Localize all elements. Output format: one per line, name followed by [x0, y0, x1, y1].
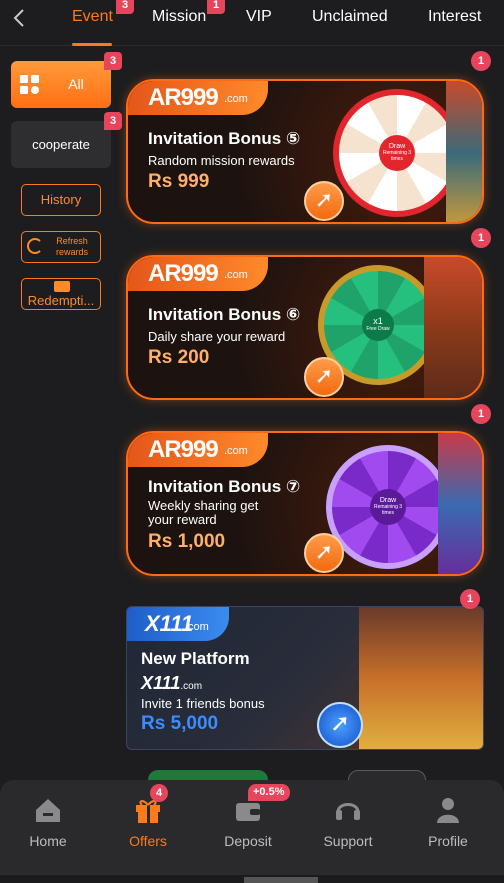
character-illustration: [359, 607, 483, 749]
scroll-indicator: [244, 877, 318, 883]
banner-amount: Rs 5,000: [141, 713, 219, 734]
home-icon: [36, 799, 60, 822]
nav-support[interactable]: Support: [298, 780, 398, 875]
banner-subtitle: Random mission rewards: [148, 153, 295, 168]
tab-unclaimed-label: Unclaimed: [312, 8, 388, 25]
banner-4-badge: 1: [460, 589, 480, 609]
brand-suffix: .com: [224, 445, 248, 457]
sidebar-item-all-label: All: [68, 76, 84, 92]
brand-name: AR999: [148, 260, 219, 287]
tab-mission-badge: 1: [207, 0, 225, 14]
promo-banner-invitation-7[interactable]: AR999 .com Invitation Bonus ⑦ Weekly sha…: [126, 431, 484, 576]
banner-2-badge: 1: [471, 228, 491, 248]
tab-event-label: Event: [72, 8, 113, 25]
tab-mission-label: Mission: [152, 8, 207, 25]
prize-wheel: Draw Remaining 3 times: [333, 89, 461, 217]
top-tab-bar: Event 3 Mission 1 VIP Unclaimed Interest: [0, 0, 504, 46]
nav-offers-badge: 4: [150, 784, 168, 802]
banner-title: Invitation Bonus ⑦: [148, 477, 301, 496]
go-arrow-button[interactable]: ➚: [304, 357, 344, 397]
sidebar-all-badge: 3: [104, 52, 122, 70]
refresh-icon: [27, 238, 43, 254]
banner-subtitle: Invite 1 friends bonus: [141, 696, 265, 711]
banner-amount: Rs 200: [148, 347, 210, 368]
history-button[interactable]: History: [21, 184, 101, 216]
prize-wheel: Draw Remaining 3 times: [326, 445, 450, 569]
banner-amount: Rs 1,000: [148, 531, 226, 552]
brand-suffix: .com: [224, 93, 248, 105]
go-arrow-button[interactable]: ➚: [304, 533, 344, 573]
person-icon: [437, 798, 459, 823]
nav-deposit-badge: +0.5%: [248, 784, 290, 801]
tab-interest-label: Interest: [428, 8, 482, 25]
go-arrow-button[interactable]: ➚: [317, 702, 363, 748]
promo-banner-invitation-5[interactable]: AR999 .com Invitation Bonus ⑤ Random mis…: [126, 79, 484, 224]
banner-title: New Platform: [141, 649, 250, 668]
nav-support-label: Support: [323, 833, 373, 849]
redemption-label: Redempti...: [27, 293, 95, 308]
promo-banner-invitation-6[interactable]: AR999 .com Invitation Bonus ⑥ Daily shar…: [126, 255, 484, 400]
go-arrow-button[interactable]: ➚: [304, 181, 344, 221]
ar999-logo: AR999 .com: [128, 433, 268, 467]
brand-suffix: .com: [224, 269, 248, 281]
tab-mission[interactable]: Mission: [152, 8, 206, 26]
wheel-hub: x1 Free Draw: [362, 309, 394, 341]
bottom-nav: Home Offers 4 Deposit +0.5% Support Prof…: [0, 780, 504, 875]
brand-name: AR999: [148, 436, 219, 463]
character-illustration: [438, 433, 482, 574]
tab-vip[interactable]: VIP: [246, 8, 272, 26]
character-illustration: [424, 257, 482, 398]
active-tab-indicator: [72, 43, 112, 46]
banner-title: Invitation Bonus ⑤: [148, 129, 301, 148]
history-button-label: History: [40, 192, 82, 207]
nav-profile[interactable]: Profile: [398, 780, 498, 875]
nav-profile-label: Profile: [428, 833, 468, 849]
refresh-rewards-button[interactable]: Refresh rewards: [21, 231, 101, 263]
banner-subtitle: Weekly sharing get your reward: [148, 498, 259, 527]
tab-vip-label: VIP: [246, 8, 272, 25]
nav-offers[interactable]: Offers 4: [98, 780, 198, 875]
promo-banner-new-platform[interactable]: X111 .com New Platform X111.com Invite 1…: [126, 606, 484, 750]
wheel-hub: Draw Remaining 3 times: [379, 135, 415, 171]
tab-event[interactable]: Event: [72, 8, 113, 26]
ar999-logo: AR999 .com: [128, 257, 268, 291]
x111-logo: X111 .com: [127, 607, 229, 641]
bottom-strip: [0, 875, 504, 883]
brand-suffix: .com: [185, 621, 209, 633]
sidebar-item-cooperate-label: cooperate: [32, 137, 90, 152]
app-root: Event 3 Mission 1 VIP Unclaimed Interest…: [0, 0, 504, 883]
nav-deposit[interactable]: Deposit +0.5%: [198, 780, 298, 875]
ticket-icon: [54, 281, 70, 292]
brand-name: AR999: [148, 84, 219, 111]
tab-interest[interactable]: Interest: [428, 8, 481, 26]
banner-subtitle: Daily share your reward: [148, 329, 286, 344]
sidebar-item-all[interactable]: All: [11, 61, 111, 108]
banner-3-badge: 1: [471, 404, 491, 424]
headset-icon: [336, 803, 360, 820]
banner-1-badge: 1: [471, 51, 491, 71]
redemption-button[interactable]: Redempti...: [21, 278, 101, 310]
nav-home[interactable]: Home: [0, 780, 98, 875]
x111-inline-logo: X111.com: [141, 673, 203, 693]
character-illustration: [446, 81, 482, 222]
nav-deposit-label: Deposit: [224, 833, 272, 849]
refresh-rewards-label: Refresh rewards: [55, 236, 88, 257]
banner-title: Invitation Bonus ⑥: [148, 305, 301, 324]
nav-offers-label: Offers: [129, 833, 167, 849]
wheel-hub: Draw Remaining 3 times: [370, 489, 406, 525]
ar999-logo: AR999 .com: [128, 81, 268, 115]
tab-event-badge: 3: [116, 0, 134, 14]
tab-unclaimed[interactable]: Unclaimed: [312, 8, 388, 26]
nav-home-label: Home: [29, 833, 67, 849]
sidebar-cooperate-badge: 3: [104, 112, 122, 130]
back-arrow-icon[interactable]: [8, 6, 32, 30]
sidebar-item-cooperate[interactable]: cooperate: [11, 121, 111, 168]
banner-amount: Rs 999: [148, 171, 210, 192]
